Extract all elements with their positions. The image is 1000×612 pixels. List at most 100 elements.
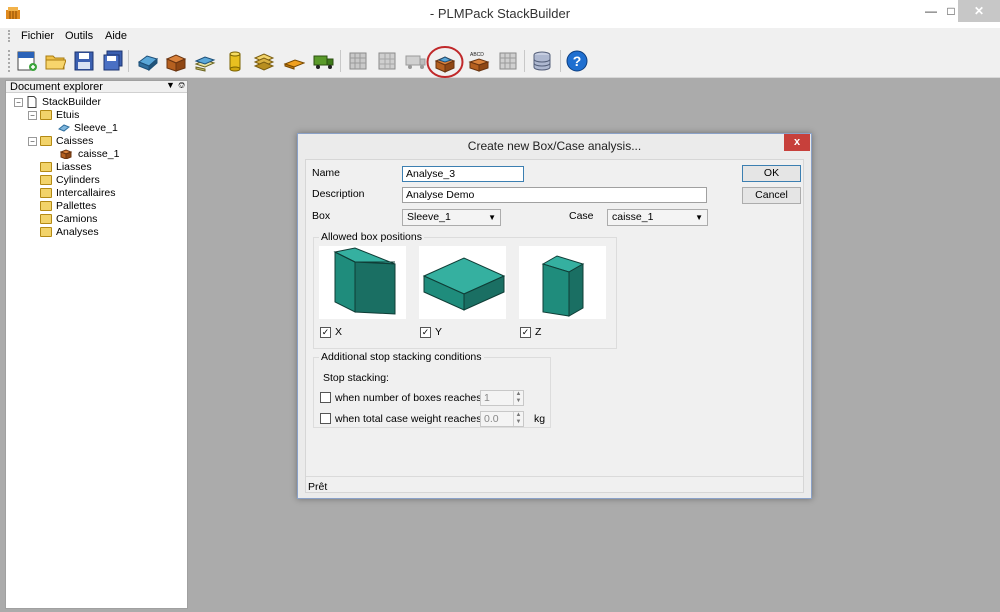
name-field[interactable]: Analyse_3: [402, 166, 524, 182]
num-boxes-spinner[interactable]: 1 ▲ ▼: [480, 390, 524, 406]
tree-label: Caisses: [56, 135, 94, 147]
num-boxes-value: 1: [484, 392, 490, 404]
tree-label: Pallettes: [56, 200, 97, 212]
tree-item-camions[interactable]: Camions: [40, 213, 186, 226]
pin-icon[interactable]: ⎊: [178, 80, 185, 91]
folder-icon: [40, 188, 52, 198]
tree-item-intercallaires[interactable]: Intercallaires: [40, 187, 186, 200]
cancel-button[interactable]: Cancel: [742, 187, 801, 204]
help-icon[interactable]: ?: [566, 50, 588, 72]
case-select[interactable]: caisse_1 ▼: [607, 209, 708, 226]
tree-item-sleeve-1[interactable]: Sleeve_1: [58, 122, 186, 135]
box-select-value: Sleeve_1: [407, 211, 451, 223]
menu-outils[interactable]: Outils: [65, 30, 93, 42]
position-x-label: X: [335, 326, 343, 338]
case-label: Case: [569, 210, 594, 222]
position-x-checkbox[interactable]: ✓: [320, 327, 331, 338]
collapse-icon[interactable]: −: [28, 111, 37, 120]
case-optimization-icon[interactable]: ABCD: [468, 50, 490, 72]
minimize-button[interactable]: —: [918, 0, 944, 22]
tree-item-caisses[interactable]: − Caisses: [26, 135, 186, 148]
new-truck-icon[interactable]: [313, 50, 335, 72]
save-all-icon[interactable]: [102, 50, 124, 72]
tree-item-caisse-1[interactable]: caisse_1: [58, 148, 186, 161]
box-case-analysis-dialog: Create new Box/Case analysis... x Name A…: [297, 133, 812, 499]
box-z-icon: [541, 255, 585, 317]
tree-label: Intercallaires: [56, 187, 116, 199]
menu-fichier[interactable]: Fichier: [21, 30, 54, 42]
weight-label: when total case weight reaches: [335, 413, 482, 425]
new-cylinder-icon[interactable]: [224, 50, 246, 72]
new-interlayer-icon[interactable]: [253, 50, 275, 72]
database-icon[interactable]: [532, 50, 554, 72]
save-icon[interactable]: [73, 50, 95, 72]
name-label: Name: [312, 167, 341, 179]
box-label: Box: [312, 210, 331, 222]
tree-item-pallettes[interactable]: Pallettes: [40, 200, 186, 213]
position-y-checkbox[interactable]: ✓: [420, 327, 431, 338]
analysis-pallet-2-icon[interactable]: [376, 50, 398, 72]
num-boxes-checkbox[interactable]: [320, 392, 331, 403]
weight-checkbox[interactable]: [320, 413, 331, 424]
dialog-title: Create new Box/Case analysis...: [298, 134, 811, 158]
description-field[interactable]: Analyse Demo: [402, 187, 707, 203]
tree-item-stackbuilder[interactable]: − StackBuilder: [12, 96, 182, 109]
ok-button[interactable]: OK: [742, 165, 801, 182]
case-icon: [60, 149, 72, 159]
dropdown-icon[interactable]: ▼: [166, 80, 175, 90]
tree-item-etuis[interactable]: − Etuis: [26, 109, 186, 122]
new-case-icon[interactable]: [165, 50, 187, 72]
tree-item-analyses[interactable]: Analyses: [40, 226, 186, 239]
spinner-arrows-icon[interactable]: ▲ ▼: [513, 391, 523, 405]
new-document-icon[interactable]: [16, 50, 38, 72]
analysis-pallet-icon[interactable]: [347, 50, 369, 72]
title-bar: - PLMPack StackBuilder — □ ✕: [0, 0, 1000, 28]
new-box-icon[interactable]: [137, 50, 159, 72]
tree-label: Cylinders: [56, 174, 100, 186]
menu-aide[interactable]: Aide: [105, 30, 127, 42]
tree-item-cylinders[interactable]: Cylinders: [40, 174, 186, 187]
chevron-down-icon: ▼: [695, 213, 703, 222]
toolbar-grip: [8, 50, 11, 72]
weight-value: 0.0: [484, 413, 499, 425]
tree-label: Analyses: [56, 226, 99, 238]
collapse-icon[interactable]: −: [14, 98, 23, 107]
position-z-label: Z: [535, 326, 542, 338]
position-y-label: Y: [435, 326, 443, 338]
dialog-status-bar: Prêt: [306, 476, 803, 493]
collapse-icon[interactable]: −: [28, 137, 37, 146]
position-z-checkbox[interactable]: ✓: [520, 327, 531, 338]
tree-label: caisse_1: [78, 148, 120, 160]
toolbar: ABCD ?: [0, 44, 1000, 78]
dialog-close-button[interactable]: x: [784, 134, 810, 151]
folder-icon: [40, 110, 52, 120]
tree-label: Liasses: [56, 161, 92, 173]
new-bundle-icon[interactable]: [194, 50, 216, 72]
box-case-analysis-icon[interactable]: [434, 51, 456, 73]
folder-icon: [40, 201, 52, 211]
toolbar-separator: [128, 50, 129, 72]
new-pallet-icon[interactable]: [283, 50, 305, 72]
tree-label: Camions: [56, 213, 98, 225]
num-boxes-label: when number of boxes reaches: [335, 392, 482, 404]
box-x-icon: [333, 247, 396, 315]
explorer-title: Document explorer: [10, 81, 103, 93]
weight-spinner[interactable]: 0.0 ▲ ▼: [480, 411, 524, 427]
folder-icon: [40, 162, 52, 172]
open-folder-icon[interactable]: [44, 50, 66, 72]
close-window-button[interactable]: ✕: [958, 0, 1000, 22]
box-icon: [58, 124, 70, 132]
spinner-arrows-icon[interactable]: ▲ ▼: [513, 412, 523, 426]
tree-item-liasses[interactable]: Liasses: [40, 161, 186, 174]
case-grid-icon[interactable]: [497, 50, 519, 72]
analysis-truck-icon[interactable]: [405, 50, 427, 72]
folder-icon: [40, 175, 52, 185]
toolbar-separator: [340, 50, 341, 72]
maximize-button[interactable]: □: [944, 0, 958, 22]
tree-label: Etuis: [56, 109, 80, 121]
dialog-body: Name Analyse_3 Description Analyse Demo …: [305, 159, 804, 493]
description-label: Description: [312, 188, 365, 200]
document-icon: [27, 96, 37, 108]
box-select[interactable]: Sleeve_1 ▼: [402, 209, 501, 226]
position-y-image: [419, 246, 506, 319]
